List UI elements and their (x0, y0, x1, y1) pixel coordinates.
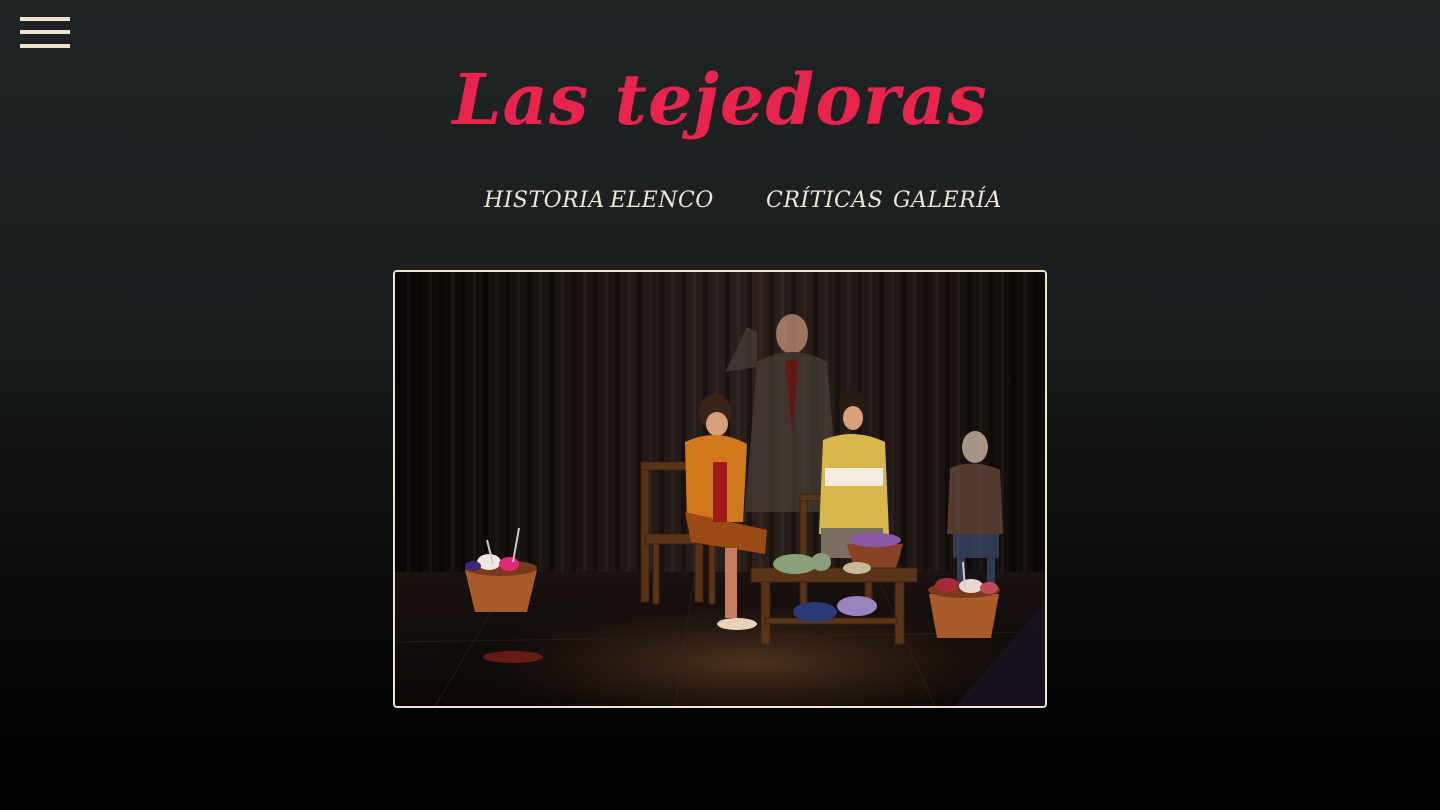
nav-item-criticas[interactable]: CRÍTICAS (766, 184, 883, 218)
nav-item-galeria[interactable]: GALERÍA (893, 184, 1002, 218)
hamburger-bar-bottom (20, 44, 70, 48)
nav-item-historia[interactable]: HISTORIA (484, 184, 605, 218)
hamburger-bar-middle (20, 30, 70, 34)
nav-item-elenco[interactable]: ELENCO (610, 184, 714, 218)
hero-photo (393, 270, 1047, 708)
stage-scene-image (395, 272, 1045, 706)
hamburger-bar-top (20, 17, 70, 21)
site-title: Las tejedoras (452, 58, 988, 141)
main-nav: HISTORIA ELENCO CRÍTICAS GALERÍA (0, 184, 1440, 218)
hamburger-menu-icon[interactable] (20, 17, 70, 48)
